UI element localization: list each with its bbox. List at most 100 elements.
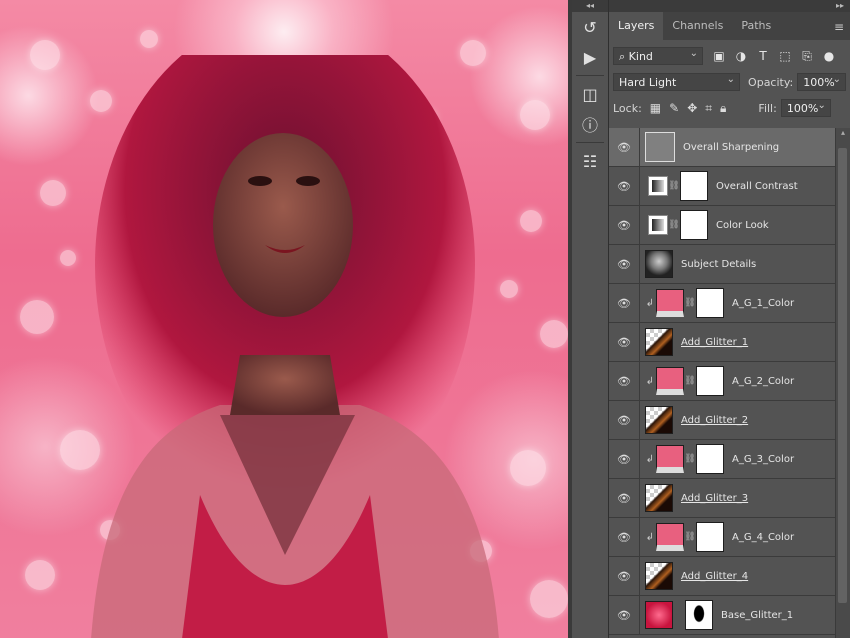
tab-paths[interactable]: Paths [732,12,780,40]
layer-name: Overall Sharpening [683,141,780,153]
layer-row[interactable]: 👁︎ Add_Glitter_3 [609,479,845,518]
layer-thumbnail[interactable] [645,601,673,629]
document-canvas[interactable] [0,0,568,638]
history-icon[interactable]: ↺ [572,12,608,42]
clipping-arrow-icon: ↲ [645,453,654,465]
lock-artboard-icon[interactable]: ⌗ [705,101,712,116]
scroll-thumb[interactable] [838,148,847,603]
shape-filter-icon[interactable]: ⬚ [779,49,791,63]
visibility-eye-icon[interactable]: 👁︎ [609,557,640,595]
layer-row[interactable]: 👁︎ Base_Glitter_1 [609,596,845,635]
actions-play-icon[interactable]: ▶ [572,42,608,72]
lock-pixels-icon[interactable]: ▦ [650,101,661,115]
bokeh-light [520,210,542,232]
visibility-eye-icon[interactable]: 👁︎ [609,401,640,439]
visibility-eye-icon[interactable]: 👁︎ [609,518,640,556]
bokeh-light [20,300,54,334]
visibility-eye-icon[interactable]: 👁︎ [609,128,640,166]
layer-row[interactable]: 👁︎ ↲ ⛓ A_G_1_Color [609,284,845,323]
clipping-arrow-icon: ↲ [645,531,654,543]
layer-mask-thumbnail[interactable] [685,600,713,630]
mask-link-icon[interactable]: ⛓ [684,454,696,464]
blend-mode-value: Hard Light [619,76,677,89]
layer-thumbnail[interactable] [645,484,673,512]
layer-row[interactable]: 👁︎ Subject Details [609,245,845,284]
image-filter-icon[interactable]: ▣ [713,49,725,63]
layer-thumbnail[interactable] [645,406,673,434]
layer-thumbnail[interactable] [645,328,673,356]
opacity-value: 100% [803,76,835,89]
bokeh-light [40,180,66,206]
scroll-up-icon[interactable]: ▴ [836,128,850,137]
layer-mask-thumbnail[interactable] [696,522,724,552]
layer-name: Color Look [716,219,769,231]
bokeh-light [530,580,568,618]
opacity-input[interactable]: 100% [797,71,846,91]
adjustment-filter-icon[interactable]: ◑ [735,49,747,63]
layer-thumbnail[interactable] [645,132,675,162]
layer-row[interactable]: 👁︎ Overall Sharpening [609,128,845,167]
fill-label: Fill: [758,101,777,115]
layer-mask-thumbnail[interactable] [680,171,708,201]
bokeh-light [540,320,568,348]
lock-position-icon[interactable]: ✥ [687,101,697,115]
smart-object-filter-icon[interactable]: ⎘ [801,49,813,64]
visibility-eye-icon[interactable]: 👁︎ [609,479,640,517]
mask-link-icon[interactable]: ⛓ [684,376,696,386]
visibility-eye-icon[interactable]: 👁︎ [609,245,640,283]
lock-all-icon[interactable]: 🔒︎ [720,101,726,116]
layer-mask-thumbnail[interactable] [680,210,708,240]
layer-thumbnail[interactable] [656,289,684,317]
layer-name: A_G_3_Color [732,453,795,465]
fill-input[interactable]: 100% [780,97,831,117]
filter-kind-select[interactable]: ⌕ Kind [613,45,703,65]
layer-thumbnail[interactable] [645,250,673,278]
adjustment-thumbnail-icon[interactable] [648,176,668,196]
layer-row[interactable]: 👁︎ Add_Glitter_2 [609,401,845,440]
filter-toggle-icon[interactable]: ● [823,49,835,63]
layer-thumbnail[interactable] [645,562,673,590]
visibility-eye-icon[interactable]: 👁︎ [609,284,640,322]
layer-row[interactable]: 👁︎ ⛓ Overall Contrast [609,167,845,206]
libraries-icon[interactable]: ◫ [572,79,608,109]
layer-row[interactable]: 👁︎ ↲ ⛓ A_G_2_Color [609,362,845,401]
visibility-eye-icon[interactable]: 👁︎ [609,167,640,205]
info-icon[interactable]: ⓘ [572,109,608,139]
mask-link-icon[interactable]: ⛓ [668,181,680,191]
layer-row[interactable]: 👁︎ Add_Glitter_4 [609,557,845,596]
layer-row[interactable]: 👁︎ ⛓ Color Look [609,206,845,245]
properties-icon[interactable]: ☷ [572,146,608,176]
visibility-eye-icon[interactable]: 👁︎ [609,206,640,244]
expand-arrows-icon[interactable]: ▸▸ [609,0,850,12]
layer-mask-thumbnail[interactable] [696,288,724,318]
lock-image-icon[interactable]: ✎ [669,101,679,115]
collapse-arrows-icon[interactable]: ◂◂ [572,0,608,12]
panel-menu-icon[interactable]: ≡ [834,20,844,34]
tab-channels[interactable]: Channels [663,12,732,40]
tab-layers[interactable]: Layers [609,12,664,40]
type-filter-icon[interactable]: T [757,49,769,63]
opacity-label: Opacity: [748,75,794,89]
layers-scrollbar[interactable]: ▴ [835,128,850,638]
visibility-eye-icon[interactable]: 👁︎ [609,440,640,478]
layer-thumbnail[interactable] [656,367,684,395]
layer-row[interactable]: 👁︎ ↲ ⛓ A_G_3_Color [609,440,845,479]
divider [576,75,604,76]
layer-thumbnail[interactable] [656,445,684,473]
visibility-eye-icon[interactable]: 👁︎ [609,596,640,634]
filter-row: ⌕ Kind ▣ ◑ T ⬚ ⎘ ● [609,43,850,69]
blend-row: Hard Light Opacity: 100% [609,69,850,95]
layer-thumbnail[interactable] [656,523,684,551]
adjustment-thumbnail-icon[interactable] [648,215,668,235]
panel-tabs: Layers Channels Paths ≡ [609,12,850,40]
mask-link-icon[interactable]: ⛓ [684,298,696,308]
visibility-eye-icon[interactable]: 👁︎ [609,362,640,400]
layer-row[interactable]: 👁︎ Add_Glitter_1 [609,323,845,362]
mask-link-icon[interactable]: ⛓ [684,532,696,542]
blend-mode-select[interactable]: Hard Light [613,71,741,91]
layer-mask-thumbnail[interactable] [696,444,724,474]
visibility-eye-icon[interactable]: 👁︎ [609,323,640,361]
layer-row[interactable]: 👁︎ ↲ ⛓ A_G_4_Color [609,518,845,557]
mask-link-icon[interactable]: ⛓ [668,220,680,230]
layer-mask-thumbnail[interactable] [696,366,724,396]
